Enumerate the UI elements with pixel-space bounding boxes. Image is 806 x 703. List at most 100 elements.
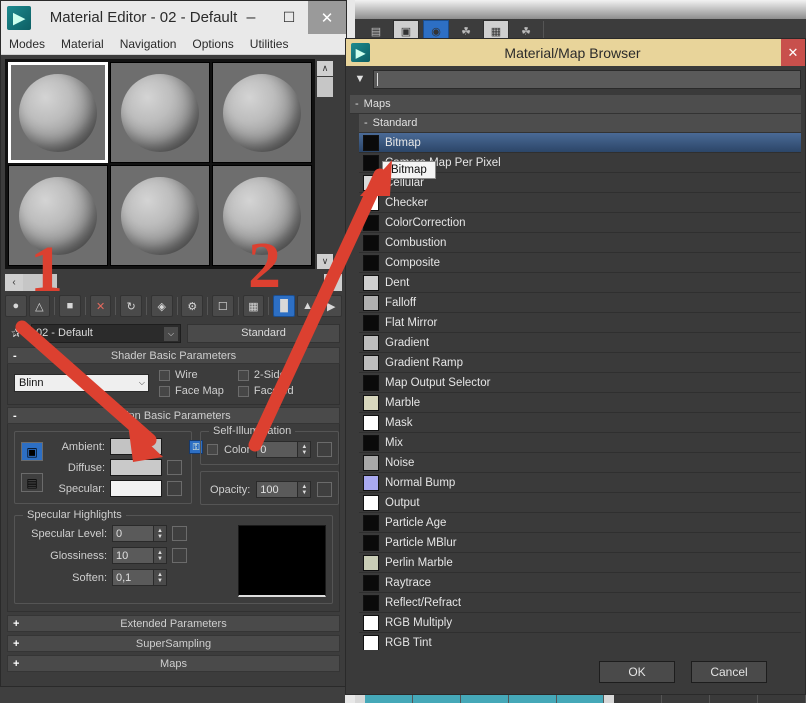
map-list-item[interactable]: Reflect/Refract xyxy=(359,593,801,613)
soften-value[interactable]: 0,1 xyxy=(112,569,154,586)
faceted-checkbox-cell[interactable]: Faceted xyxy=(237,385,294,397)
sample-slot-1[interactable] xyxy=(8,62,108,163)
extended-parameters-rollout[interactable]: + Extended Parameters xyxy=(7,615,340,632)
material-name-row[interactable]: ✰ 02 - Default ⌵ Standard xyxy=(1,321,346,345)
shader-type-select[interactable]: Blinn ⌵ xyxy=(14,374,149,392)
soften-spinner[interactable]: 0,1 ▲ ▼ xyxy=(112,569,167,586)
map-list-item[interactable]: Flat Mirror xyxy=(359,313,801,333)
scroll-left-icon[interactable]: ‹ xyxy=(5,274,23,291)
get-material-icon[interactable]: ● xyxy=(5,295,27,317)
specular-color-swatch[interactable] xyxy=(110,480,162,497)
map-list-item[interactable]: Noise xyxy=(359,453,801,473)
bitmap-list-item[interactable]: Bitmap xyxy=(359,133,801,153)
blinn-rollout-header[interactable]: - Blinn Basic Parameters xyxy=(7,407,340,424)
diffuse-map-button[interactable] xyxy=(167,460,182,475)
group-header-maps[interactable]: - Maps xyxy=(350,95,801,114)
wire-checkbox-cell[interactable]: Wire xyxy=(159,369,224,381)
map-list-item[interactable]: Falloff xyxy=(359,293,801,313)
menu-material[interactable]: Material xyxy=(61,37,104,51)
map-list-item[interactable]: Normal Bump xyxy=(359,473,801,493)
chevron-down-icon[interactable]: ▼ xyxy=(350,70,370,89)
map-list-item[interactable]: Gradient Ramp xyxy=(359,353,801,373)
scroll-down-icon[interactable]: ∨ xyxy=(317,254,333,269)
maximize-icon[interactable]: ☐ xyxy=(270,1,308,34)
two-sided-checkbox[interactable] xyxy=(237,369,249,381)
material-effects-channel-icon[interactable]: ☐ xyxy=(212,295,234,317)
map-list-item[interactable]: Output xyxy=(359,493,801,513)
map-list-item[interactable]: Composite xyxy=(359,253,801,273)
glossiness-map-button[interactable] xyxy=(172,548,187,563)
slots-vertical-scrollbar[interactable]: ∧ ∨ xyxy=(317,61,333,269)
eyedropper-icon[interactable]: ✰ xyxy=(7,324,25,342)
chevron-down-icon[interactable]: ⌵ xyxy=(164,326,178,341)
specular-level-value[interactable]: 0 xyxy=(112,525,154,542)
map-list-item[interactable]: Combustion xyxy=(359,233,801,253)
spinner-arrows[interactable]: ▲ ▼ xyxy=(154,547,167,564)
opacity-map-button[interactable] xyxy=(317,482,333,497)
map-list-item[interactable]: RGB Tint xyxy=(359,633,801,650)
self-illum-spinner[interactable]: 0 ▲ ▼ xyxy=(256,441,312,458)
ok-button[interactable]: OK xyxy=(599,661,675,683)
map-list-item[interactable]: Map Output Selector xyxy=(359,373,801,393)
ambient-color-swatch[interactable] xyxy=(110,438,162,455)
window-controls[interactable]: – ☐ ✕ xyxy=(232,1,346,34)
browser-search-row[interactable]: ▼ xyxy=(346,66,805,92)
spinner-arrows[interactable]: ▲ ▼ xyxy=(154,525,167,542)
material-name-input[interactable]: 02 - Default ⌵ xyxy=(31,323,181,343)
lock-ambient-diffuse-icon[interactable]: ▣ xyxy=(21,442,43,461)
lock-diffuse-specular-icon[interactable]: ▤ xyxy=(21,473,43,492)
reset-map-icon[interactable]: ✕ xyxy=(89,295,112,317)
sample-slot-5[interactable] xyxy=(110,165,210,266)
scrollbar-thumb[interactable] xyxy=(317,77,333,97)
sample-slot-2[interactable] xyxy=(110,62,210,163)
spinner-arrows[interactable]: ▲ ▼ xyxy=(154,569,167,586)
put-to-library-icon[interactable]: ⚙ xyxy=(181,295,204,317)
self-illum-color-checkbox[interactable] xyxy=(207,444,218,455)
color-lock-column[interactable]: ▣ ▤ xyxy=(21,438,43,492)
diffuse-color-swatch[interactable] xyxy=(110,459,162,476)
map-list[interactable]: - Maps - Standard Bitmap Camera Map Per P… xyxy=(350,95,801,650)
map-list-item[interactable]: Dent xyxy=(359,273,801,293)
maps-rollout[interactable]: + Maps xyxy=(7,655,340,672)
make-material-copy-icon[interactable]: ↻ xyxy=(120,295,142,317)
glossiness-spinner[interactable]: 10 ▲ ▼ xyxy=(112,547,167,564)
self-illum-value[interactable]: 0 xyxy=(256,441,299,458)
go-forward-to-sibling-icon[interactable]: ▶ xyxy=(320,295,342,317)
make-unique-icon[interactable]: ◈ xyxy=(150,295,173,317)
menu-options[interactable]: Options xyxy=(192,37,233,51)
close-icon[interactable]: ✕ xyxy=(781,39,805,66)
shader-rollout-header[interactable]: - Shader Basic Parameters xyxy=(7,347,340,364)
material-type-button[interactable]: Standard xyxy=(187,323,340,343)
faceted-checkbox[interactable] xyxy=(237,385,249,397)
map-list-item[interactable]: Raytrace xyxy=(359,573,801,593)
opacity-value[interactable]: 100 xyxy=(256,481,299,498)
spinner-arrows[interactable]: ▲ ▼ xyxy=(298,441,312,458)
scroll-right-icon[interactable]: › xyxy=(324,274,342,291)
map-list-item[interactable]: Mix xyxy=(359,433,801,453)
specular-map-button[interactable] xyxy=(167,481,182,496)
specular-level-spinner[interactable]: 0 ▲ ▼ xyxy=(112,525,167,542)
go-to-parent-icon[interactable]: ▲ xyxy=(296,295,319,317)
two-sided-checkbox-cell[interactable]: 2-Sided xyxy=(237,369,294,381)
map-list-item[interactable]: Checker xyxy=(359,193,801,213)
map-list-item[interactable]: RGB Multiply xyxy=(359,613,801,633)
search-input[interactable] xyxy=(373,69,801,89)
chevron-down-icon[interactable]: ⌵ xyxy=(139,378,145,388)
minimize-icon[interactable]: – xyxy=(232,1,270,34)
map-items-container[interactable]: Bitmap Camera Map Per Pixel Cellular Checke… xyxy=(359,133,801,650)
opacity-spinner[interactable]: 100 ▲ ▼ xyxy=(256,481,312,498)
face-map-checkbox[interactable] xyxy=(159,385,170,397)
browser-titlebar[interactable]: ▶ Material/Map Browser ✕ xyxy=(346,39,805,66)
map-list-item[interactable]: Gradient xyxy=(359,333,801,353)
cancel-button[interactable]: Cancel xyxy=(691,661,767,683)
map-list-item[interactable]: Particle Age xyxy=(359,513,801,533)
map-list-item[interactable]: Particle MBlur xyxy=(359,533,801,553)
specular-level-map-button[interactable] xyxy=(172,526,187,541)
map-list-item[interactable]: Perlin Marble xyxy=(359,553,801,573)
supersampling-rollout[interactable]: + SuperSampling xyxy=(7,635,340,652)
map-list-item[interactable]: Marble xyxy=(359,393,801,413)
menu-utilities[interactable]: Utilities xyxy=(250,37,289,51)
scrollbar-track[interactable] xyxy=(57,274,324,291)
map-list-item[interactable]: ColorCorrection xyxy=(359,213,801,233)
map-list-item[interactable]: Mask xyxy=(359,413,801,433)
